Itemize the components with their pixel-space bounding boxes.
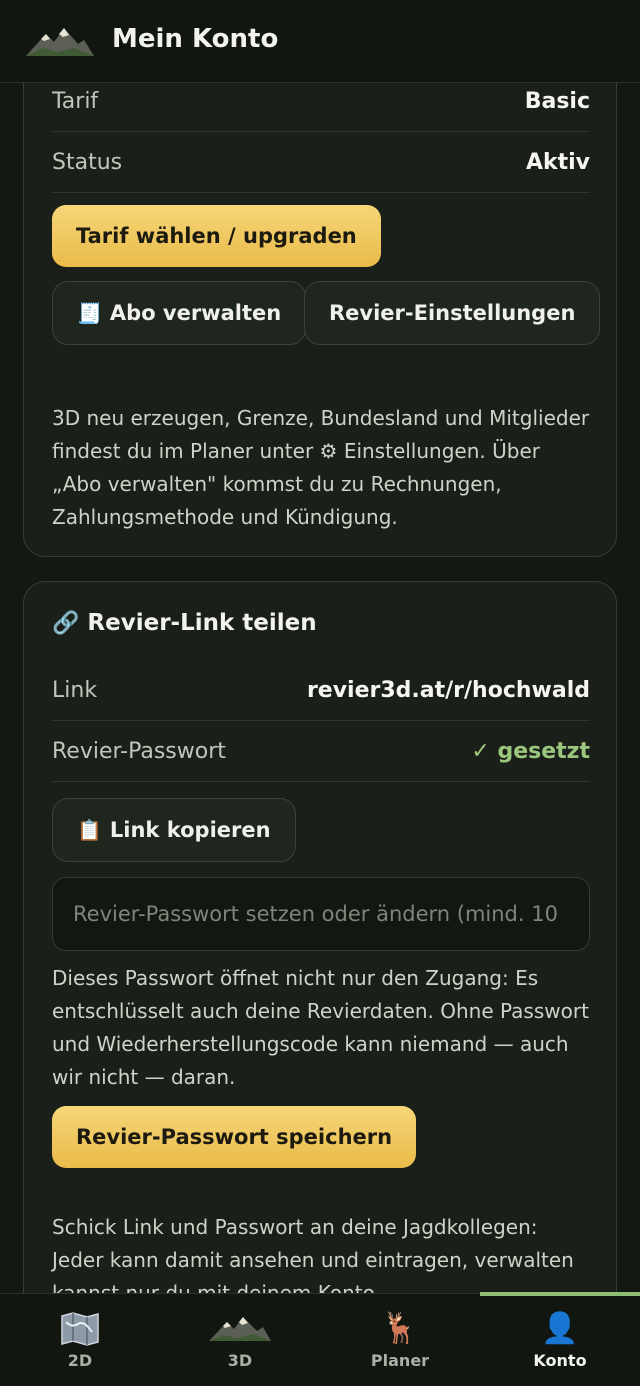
tab-label: 2D bbox=[67, 1350, 93, 1370]
mountain-icon bbox=[207, 1311, 273, 1347]
share-info-text: Schick Link und Passwort an deine Jagdko… bbox=[52, 1211, 597, 1293]
upgrade-tariff-button[interactable]: Tarif wählen / upgraden bbox=[52, 205, 381, 267]
manage-subscription-button[interactable]: 🧾 Abo verwalten bbox=[52, 281, 307, 345]
button-label: Revier-Einstellungen bbox=[329, 301, 576, 325]
share-link-card: 🔗 Revier-Link teilen Link revier3d.at/r/… bbox=[23, 581, 617, 1293]
tab-2d[interactable]: 2D bbox=[0, 1294, 160, 1386]
tariff-value: Basic bbox=[524, 88, 590, 114]
save-password-button[interactable]: Revier-Passwort speichern bbox=[52, 1106, 417, 1168]
row-label: Status bbox=[52, 149, 123, 175]
tariff-row: Tarif Basic bbox=[52, 83, 590, 132]
status-value: Aktiv bbox=[525, 149, 590, 175]
clipboard-icon: 📋 bbox=[77, 818, 102, 842]
text-line: Schick Link und Passwort an deine Jagdko… bbox=[52, 1215, 538, 1239]
share-card-title: 🔗 Revier-Link teilen bbox=[52, 610, 317, 636]
text-line: und Wiederherstellungscode kann niemand … bbox=[52, 1032, 569, 1056]
text-line: entschlüsselt auch deine Revierdaten. Oh… bbox=[52, 999, 589, 1023]
password-warning-text: Dieses Passwort öffnet nicht nur den Zug… bbox=[52, 962, 597, 1094]
top-bar: Mein Konto bbox=[0, 0, 640, 83]
revier-password-input[interactable] bbox=[52, 877, 590, 951]
button-label: Abo verwalten bbox=[109, 301, 282, 325]
text-line: Dieses Passwort öffnet nicht nur den Zug… bbox=[52, 966, 539, 990]
bottom-tab-bar: 2D 3D 🦌 Planer 👤 Konto bbox=[0, 1292, 640, 1386]
tab-label: 3D bbox=[227, 1350, 253, 1370]
subscription-info-text: 3D neu erzeugen, Grenze, Bundesland und … bbox=[52, 402, 597, 534]
title-text: Revier-Link teilen bbox=[87, 610, 317, 636]
row-label: Revier-Passwort bbox=[52, 738, 226, 764]
user-icon: 👤 bbox=[541, 1311, 579, 1346]
copy-link-button[interactable]: 📋 Link kopieren bbox=[52, 798, 296, 862]
subscription-card: Tarif Basic Status Aktiv Tarif wählen / … bbox=[23, 83, 617, 557]
text-line: Jeder kann damit ansehen und eintragen, … bbox=[52, 1248, 574, 1272]
text-line: Zahlungsmethode und Kündigung. bbox=[52, 505, 398, 529]
text-line: findest du im Planer unter ⚙ Einstellung… bbox=[52, 439, 540, 463]
tab-3d[interactable]: 3D bbox=[160, 1294, 320, 1386]
text-line: 3D neu erzeugen, Grenze, Bundesland und … bbox=[52, 406, 590, 430]
revier-settings-button[interactable]: Revier-Einstellungen bbox=[304, 281, 601, 345]
button-label: Link kopieren bbox=[109, 818, 271, 842]
text-line: wir nicht — daran. bbox=[52, 1065, 236, 1089]
tab-konto[interactable]: 👤 Konto bbox=[480, 1294, 640, 1386]
tab-label: Konto bbox=[533, 1350, 587, 1370]
mountain-logo-icon bbox=[26, 28, 94, 56]
deer-icon: 🦌 bbox=[381, 1311, 419, 1346]
receipt-icon: 🧾 bbox=[77, 301, 102, 325]
tab-planer[interactable]: 🦌 Planer bbox=[320, 1294, 480, 1386]
text-line: „Abo verwalten" kommst du zu Rechnungen, bbox=[52, 472, 502, 496]
tab-label: Planer bbox=[370, 1350, 430, 1370]
link-icon: 🔗 bbox=[52, 610, 80, 636]
row-label: Link bbox=[52, 677, 98, 703]
map-icon bbox=[60, 1311, 100, 1347]
text-line: kannst nur du mit deinem Konto. bbox=[52, 1281, 381, 1293]
password-status-row: Revier-Passwort ✓ gesetzt bbox=[52, 721, 590, 782]
page-title: Mein Konto bbox=[112, 24, 279, 54]
link-row: Link revier3d.at/r/hochwald bbox=[52, 660, 590, 721]
content-scroll[interactable]: Tarif Basic Status Aktiv Tarif wählen / … bbox=[0, 83, 640, 1293]
status-row: Status Aktiv bbox=[52, 132, 590, 193]
password-status-badge: ✓ gesetzt bbox=[471, 738, 590, 764]
link-value[interactable]: revier3d.at/r/hochwald bbox=[307, 678, 590, 703]
row-label: Tarif bbox=[52, 88, 99, 114]
